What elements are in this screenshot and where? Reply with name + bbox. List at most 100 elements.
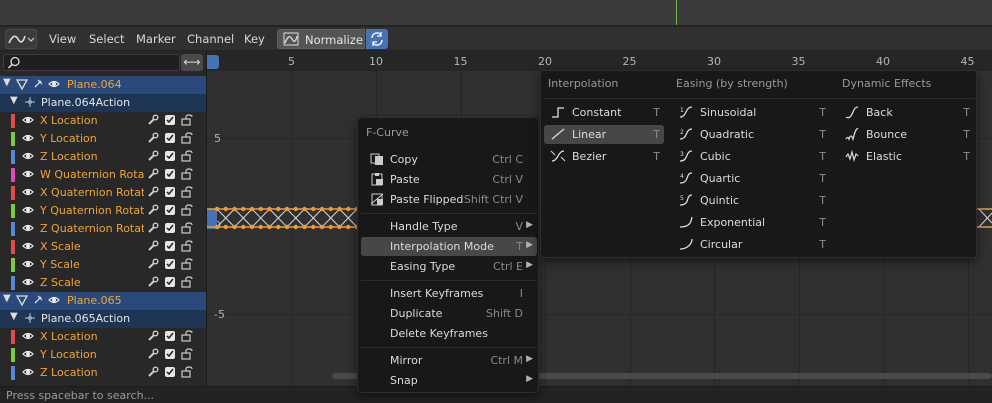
- lock-icon[interactable]: [181, 258, 193, 270]
- menu-item-delete-keyframes[interactable]: Delete Keyframes: [361, 324, 537, 343]
- menu-item-paste[interactable]: Paste Ctrl V: [361, 170, 537, 189]
- lock-icon[interactable]: [181, 114, 193, 126]
- channel-row[interactable]: X Scale: [0, 238, 206, 256]
- easing-quintic[interactable]: 5 Quintic T: [672, 191, 830, 210]
- eye-icon[interactable]: [22, 276, 34, 288]
- eye-icon[interactable]: [22, 330, 34, 342]
- menu-key[interactable]: Key: [244, 32, 265, 46]
- menu-item-interpolation-mode[interactable]: Interpolation Mode T ▶: [361, 237, 537, 256]
- object-row[interactable]: ▼ Plane.064: [0, 76, 206, 94]
- eye-icon[interactable]: [22, 132, 34, 144]
- swap-filter-button[interactable]: ⟷: [181, 54, 203, 71]
- channel-row[interactable]: W Quaternion Rotati: [0, 166, 206, 184]
- checkbox-icon[interactable]: [164, 240, 176, 252]
- easing-cubic[interactable]: 3 Cubic T: [672, 147, 830, 166]
- 3d-viewport-strip[interactable]: [0, 0, 992, 26]
- wrench-icon[interactable]: [147, 330, 159, 342]
- menu-item-easing-type[interactable]: Easing Type Ctrl E ▶: [361, 257, 537, 276]
- eye-icon[interactable]: [22, 240, 34, 252]
- dynamic-elastic[interactable]: Elastic T: [838, 147, 974, 166]
- wrench-icon[interactable]: [147, 222, 159, 234]
- lock-icon[interactable]: [181, 348, 193, 360]
- checkbox-icon[interactable]: [164, 258, 176, 270]
- lock-icon[interactable]: [181, 150, 193, 162]
- channel-row[interactable]: X Quaternion Rotati: [0, 184, 206, 202]
- easing-sinusoidal[interactable]: 1 Sinusoidal T: [672, 103, 830, 122]
- channel-row[interactable]: Z Scale: [0, 274, 206, 292]
- lock-icon[interactable]: [181, 186, 193, 198]
- channel-row[interactable]: Y Quaternion Rotati: [0, 202, 206, 220]
- dynamic-back[interactable]: Back T: [838, 103, 974, 122]
- menu-view[interactable]: View: [49, 32, 76, 46]
- normalize-button[interactable]: Normalize: [277, 29, 365, 49]
- eye-icon[interactable]: [48, 294, 60, 306]
- wrench-icon[interactable]: [147, 186, 159, 198]
- lock-icon[interactable]: [181, 330, 193, 342]
- editor-type-dropdown[interactable]: [5, 29, 37, 49]
- wrench-icon[interactable]: [147, 348, 159, 360]
- menu-item-duplicate[interactable]: Duplicate Shift D: [361, 304, 537, 323]
- expand-arrow-icon[interactable]: ▼: [10, 95, 18, 106]
- lock-icon[interactable]: [181, 276, 193, 288]
- eye-icon[interactable]: [22, 186, 34, 198]
- auto-normalize-toggle[interactable]: [366, 29, 388, 49]
- easing-quadratic[interactable]: 2 Quadratic T: [672, 125, 830, 144]
- channel-row[interactable]: Z Location: [0, 148, 206, 166]
- menu-marker[interactable]: Marker: [136, 32, 176, 46]
- expand-arrow-icon[interactable]: ▼: [10, 311, 18, 322]
- wrench-icon[interactable]: [147, 366, 159, 378]
- easing-circular[interactable]: Circular T: [672, 235, 830, 254]
- wrench-icon[interactable]: [147, 132, 159, 144]
- easing-exponential[interactable]: Exponential T: [672, 213, 830, 232]
- wrench-icon[interactable]: [147, 240, 159, 252]
- eye-icon[interactable]: [22, 168, 34, 180]
- checkbox-icon[interactable]: [164, 276, 176, 288]
- checkbox-icon[interactable]: [164, 114, 176, 126]
- wrench-icon[interactable]: [147, 276, 159, 288]
- eye-icon[interactable]: [48, 78, 60, 90]
- interp-linear[interactable]: Linear T: [544, 125, 664, 144]
- expand-arrow-icon[interactable]: ▼: [3, 293, 11, 304]
- channel-row[interactable]: Y Scale: [0, 256, 206, 274]
- eye-icon[interactable]: [22, 258, 34, 270]
- channel-row[interactable]: Z Quaternion Rotati: [0, 220, 206, 238]
- menu-item-paste-flipped[interactable]: Paste Flipped Shift Ctrl V: [361, 190, 537, 209]
- checkbox-icon[interactable]: [164, 204, 176, 216]
- lock-icon[interactable]: [181, 204, 193, 216]
- lock-icon[interactable]: [181, 168, 193, 180]
- action-row[interactable]: ▼ Plane.064Action: [0, 94, 206, 112]
- channel-row[interactable]: X Location: [0, 328, 206, 346]
- dynamic-bounce[interactable]: Bounce T: [838, 125, 974, 144]
- interp-constant[interactable]: Constant T: [544, 103, 664, 122]
- menu-item-copy[interactable]: Copy Ctrl C: [361, 150, 537, 169]
- wrench-icon[interactable]: [147, 150, 159, 162]
- checkbox-icon[interactable]: [164, 168, 176, 180]
- menu-item-insert-keyframes[interactable]: Insert Keyframes I: [361, 284, 537, 303]
- menu-item-snap[interactable]: Snap ▶: [361, 371, 537, 390]
- channel-row[interactable]: X Location: [0, 112, 206, 130]
- pin-icon[interactable]: [32, 294, 44, 306]
- wrench-icon[interactable]: [147, 204, 159, 216]
- object-row[interactable]: ▼ Plane.065: [0, 292, 206, 310]
- eye-icon[interactable]: [22, 114, 34, 126]
- action-row[interactable]: ▼ Plane.065Action: [0, 310, 206, 328]
- interp-bezier[interactable]: Bezier T: [544, 147, 664, 166]
- eye-icon[interactable]: [22, 150, 34, 162]
- checkbox-icon[interactable]: [164, 132, 176, 144]
- menu-select[interactable]: Select: [89, 32, 124, 46]
- channel-row[interactable]: Z Location: [0, 364, 206, 382]
- wrench-icon[interactable]: [147, 258, 159, 270]
- checkbox-icon[interactable]: [164, 348, 176, 360]
- channel-search-input[interactable]: [3, 54, 180, 71]
- wrench-icon[interactable]: [147, 114, 159, 126]
- expand-arrow-icon[interactable]: ▼: [3, 77, 11, 88]
- checkbox-icon[interactable]: [164, 186, 176, 198]
- eye-icon[interactable]: [22, 348, 34, 360]
- checkbox-icon[interactable]: [164, 222, 176, 234]
- menu-channel[interactable]: Channel: [187, 32, 234, 46]
- menu-item-handle-type[interactable]: Handle Type V ▶: [361, 217, 537, 236]
- lock-icon[interactable]: [181, 222, 193, 234]
- channel-row[interactable]: Y Location: [0, 346, 206, 364]
- checkbox-icon[interactable]: [164, 330, 176, 342]
- lock-icon[interactable]: [181, 132, 193, 144]
